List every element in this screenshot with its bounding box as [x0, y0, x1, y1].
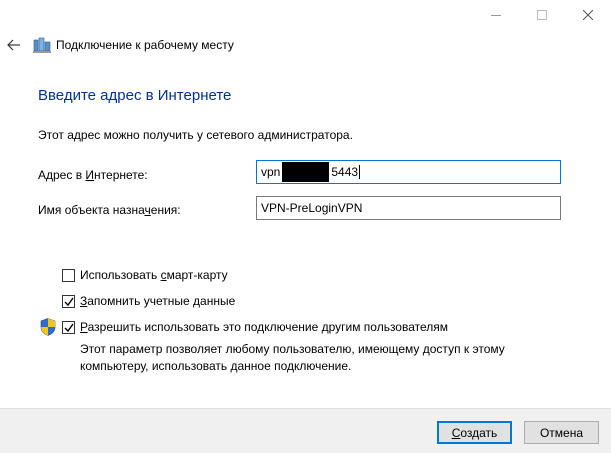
redacted-block: [282, 162, 330, 182]
remember-credentials-label: Запомнить учетные данные: [80, 294, 236, 308]
maximize-button[interactable]: [519, 0, 565, 30]
close-icon: [583, 10, 593, 20]
close-button[interactable]: [565, 0, 611, 30]
allow-others-option[interactable]: Разрешить использовать это подключение д…: [62, 320, 448, 334]
cancel-button[interactable]: Отмена: [524, 421, 599, 444]
text-caret: [359, 165, 361, 179]
uac-shield-icon: [40, 318, 56, 336]
checkmark-icon: [64, 323, 74, 332]
remember-credentials-option[interactable]: Запомнить учетные данные: [62, 294, 235, 308]
minimize-button[interactable]: [473, 0, 519, 30]
window-controls: [473, 0, 611, 30]
smart-card-label: Использовать смарт-карту: [80, 268, 228, 282]
remember-credentials-checkbox[interactable]: [62, 294, 75, 308]
admin-hint-text: Этот адрес можно получить у сетевого адм…: [38, 128, 353, 142]
minimize-icon: [491, 15, 501, 16]
address-label: Адрес в Интернете:: [38, 168, 148, 182]
smart-card-option[interactable]: Использовать смарт-карту: [62, 268, 228, 282]
maximize-icon: [537, 10, 547, 20]
checkmark-icon: [64, 297, 74, 306]
back-arrow-icon[interactable]: [6, 37, 22, 53]
dialog-footer: Создать Отмена: [0, 408, 611, 453]
smart-card-checkbox[interactable]: [62, 268, 75, 282]
window-title: Подключение к рабочему месту: [56, 38, 234, 52]
destination-name-input[interactable]: VPN-PreLoginVPN: [256, 196, 561, 220]
allow-others-label: Разрешить использовать это подключение д…: [80, 320, 449, 334]
destination-name-label: Имя объекта назначения:: [38, 203, 181, 217]
create-button[interactable]: Создать: [437, 421, 512, 444]
network-connection-icon: [33, 37, 51, 53]
page-heading: Введите адрес в Интернете: [38, 87, 232, 104]
allow-others-description: Этот параметр позволяет любому пользоват…: [80, 342, 505, 373]
internet-address-input[interactable]: vpn 5443: [256, 160, 561, 184]
allow-others-checkbox[interactable]: [62, 320, 75, 334]
wizard-header: Подключение к рабочему месту: [0, 30, 611, 60]
